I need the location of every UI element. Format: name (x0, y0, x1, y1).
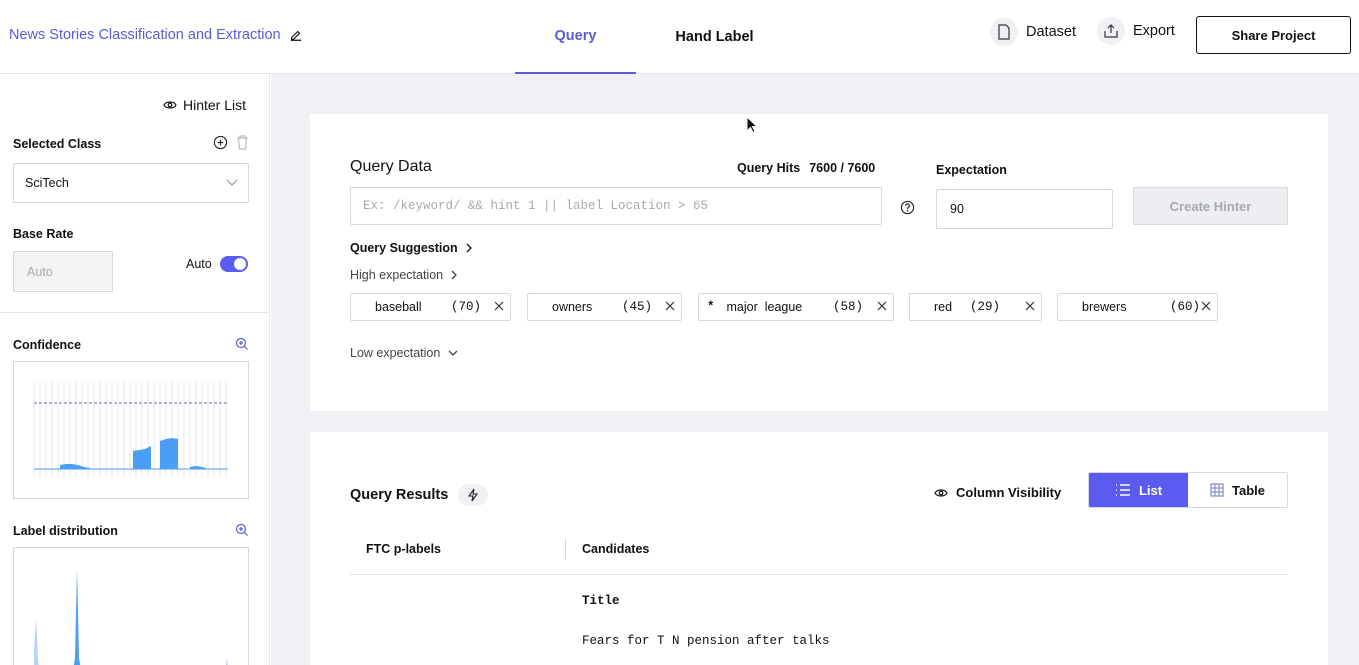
tab-hand-label[interactable]: Hand Label (654, 0, 775, 74)
base-rate-label: Base Rate (13, 227, 74, 241)
zoom-in-icon[interactable] (235, 337, 249, 351)
table-icon (1210, 483, 1224, 497)
results-card: Query Results Column Visibility List Tab… (310, 432, 1328, 665)
expectation-input[interactable]: 90 (936, 189, 1113, 229)
label-distribution-label: Label distribution (13, 524, 118, 538)
query-card: Query Data Query Hits 7600 / 7600 Ex: /k… (310, 114, 1328, 411)
column-separator (565, 539, 566, 559)
confidence-histogram (33, 382, 228, 478)
confidence-label: Confidence (13, 338, 82, 352)
chevron-right-icon (466, 243, 472, 253)
label-distribution-chart (13, 547, 249, 665)
column-visibility-button[interactable]: Column Visibility (934, 485, 1061, 500)
project-title[interactable]: News Stories Classification and Extracti… (9, 27, 303, 43)
column-header-ftc-p-labels[interactable]: FTC p-labels (366, 542, 441, 556)
document-icon (990, 18, 1018, 46)
query-suggestion-toggle[interactable]: Query Suggestion (350, 241, 473, 255)
suggestion-chip[interactable]: red (29) (909, 293, 1042, 321)
share-project-button[interactable]: Share Project (1196, 16, 1351, 54)
suggestion-chip[interactable]: baseball (70) (350, 293, 511, 321)
base-rate-input[interactable]: Auto (13, 251, 113, 292)
column-header-candidates[interactable]: Candidates (582, 542, 649, 556)
dataset-button[interactable]: Dataset (990, 18, 1076, 46)
suggestion-chip[interactable]: brewers (60) (1057, 293, 1218, 321)
list-view-button[interactable]: List (1089, 473, 1188, 507)
selected-class-value: SciTech (25, 176, 69, 190)
project-title-text: News Stories Classification and Extracti… (9, 27, 281, 43)
eye-icon (163, 101, 177, 109)
expectation-label: Expectation (936, 163, 1007, 177)
table-view-button[interactable]: Table (1188, 473, 1287, 507)
lightning-icon[interactable] (458, 484, 489, 506)
row-field-value: Fears for T N pension after talks (582, 634, 830, 648)
query-hits: Query Hits 7600 / 7600 (737, 161, 876, 175)
upload-icon (1097, 17, 1125, 45)
main-content: Query Data Query Hits 7600 / 7600 Ex: /k… (271, 74, 1359, 665)
tab-query[interactable]: Query (515, 0, 636, 74)
label-distribution-plot (34, 568, 228, 665)
confidence-chart (13, 361, 249, 499)
close-icon[interactable] (877, 301, 887, 311)
add-circle-icon[interactable] (213, 135, 228, 150)
trash-icon[interactable] (236, 135, 249, 150)
auto-toggle[interactable] (219, 256, 248, 272)
table-header-divider (350, 574, 1288, 575)
hinter-list-button[interactable]: Hinter List (163, 97, 246, 113)
chevron-right-icon (451, 270, 458, 280)
close-icon[interactable] (665, 301, 675, 311)
suggestion-chip[interactable]: owners (45) (527, 293, 682, 321)
chevron-down-icon (226, 179, 238, 186)
query-input[interactable]: Ex: /keyword/ && hint 1 || label Locatio… (350, 187, 882, 225)
sidebar: Hinter List Selected Class SciTech Base … (0, 74, 270, 665)
query-hits-value: 7600 / 7600 (809, 161, 876, 175)
edit-pencil-icon[interactable] (289, 28, 303, 42)
chevron-down-icon (448, 350, 458, 356)
mouse-cursor-icon (746, 116, 758, 134)
eye-icon (934, 488, 948, 497)
low-expectation-toggle[interactable]: Low expectation (350, 346, 458, 360)
close-icon[interactable] (494, 301, 504, 311)
export-button[interactable]: Export (1097, 17, 1175, 45)
selected-class-select[interactable]: SciTech (13, 163, 249, 203)
close-icon[interactable] (1201, 301, 1211, 311)
top-header: News Stories Classification and Extracti… (0, 0, 1359, 74)
selected-class-label: Selected Class (13, 137, 102, 151)
sidebar-divider (0, 312, 269, 313)
high-expectation-toggle[interactable]: High expectation (350, 268, 458, 282)
zoom-in-icon[interactable] (235, 523, 249, 537)
suggestion-chip[interactable]: * major league (58) (698, 293, 894, 321)
help-icon[interactable] (900, 200, 915, 215)
query-results-title: Query Results (350, 484, 489, 506)
close-icon[interactable] (1025, 301, 1035, 311)
list-icon (1115, 484, 1130, 496)
row-field-label: Title (582, 594, 620, 608)
auto-label: Auto (186, 257, 212, 271)
create-hinter-button[interactable]: Create Hinter (1133, 187, 1288, 225)
query-data-title: Query Data (350, 158, 432, 175)
view-toggle: List Table (1088, 472, 1288, 508)
auto-toggle-group: Auto (186, 256, 248, 272)
